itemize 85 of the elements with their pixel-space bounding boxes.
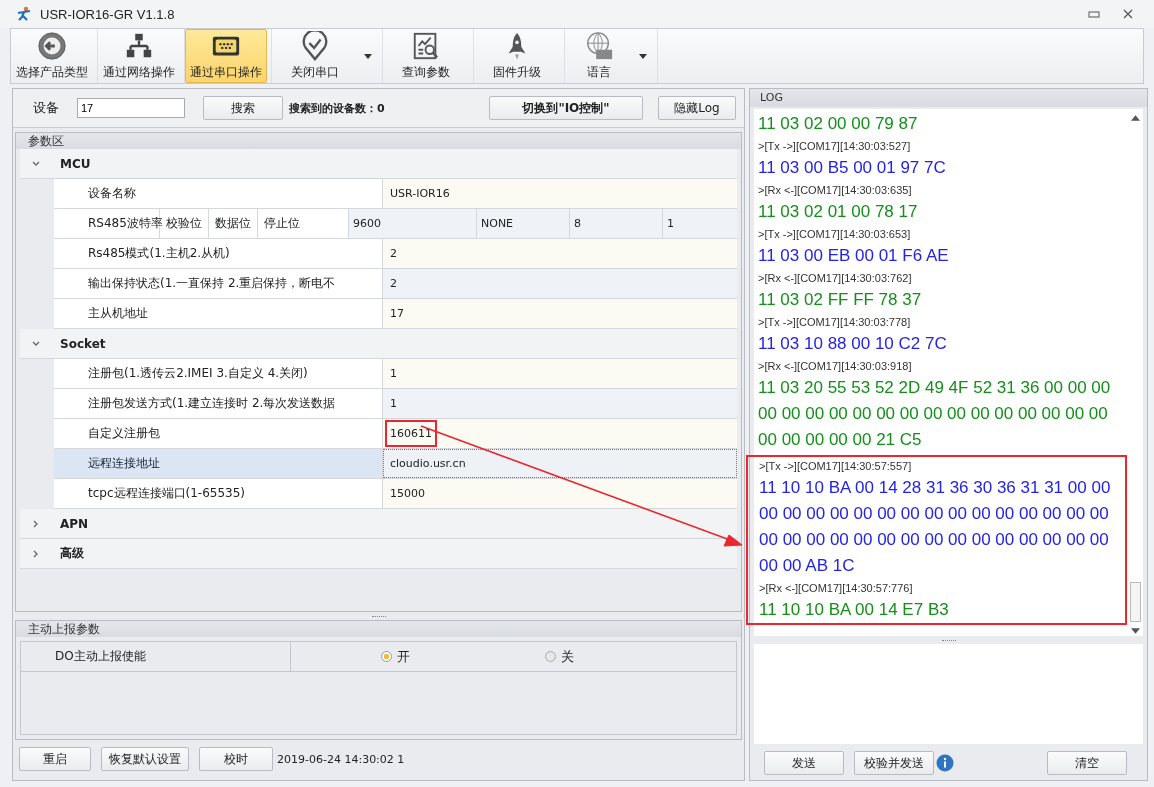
group-header[interactable]: Socket — [20, 329, 737, 359]
property-value[interactable]: 17 — [383, 299, 737, 328]
close-icon[interactable] — [1122, 8, 1134, 20]
app-logo-icon — [16, 6, 32, 22]
property-value[interactable]: cloudio.usr.cn — [383, 449, 737, 478]
clear-button[interactable]: 清空 — [1047, 751, 1127, 775]
property-value[interactable]: 15000 — [383, 479, 737, 508]
section-header: 参数区 — [16, 133, 741, 149]
property-value[interactable]: 9600 — [349, 209, 477, 238]
log-line: 11 03 10 88 00 10 C2 7C — [758, 333, 948, 355]
device-field[interactable]: 17 — [77, 98, 185, 118]
property-value[interactable]: 160611 — [383, 419, 737, 448]
timestamp-label: 2019-06-24 14:30:02 1 — [277, 752, 405, 766]
group-header[interactable]: 高级 — [20, 539, 737, 569]
property-value[interactable]: 2 — [383, 239, 737, 268]
scroll-up-icon[interactable] — [1130, 115, 1140, 121]
log-line: 11 03 02 00 00 79 87 — [758, 113, 919, 135]
section-header: 主动上报参数 — [16, 621, 741, 637]
log-line: 11 03 02 FF FF 78 37 — [758, 289, 923, 311]
log-line: 11 10 10 BA 00 14 28 31 36 30 36 31 31 00 00 — [759, 477, 1112, 499]
toolbar-button[interactable]: 通过串口操作 — [185, 29, 267, 83]
log-line: >[Tx ->][COM17][14:30:57:557] — [759, 459, 913, 474]
log-line: >[Rx <-][COM17][14:30:03:635] — [758, 183, 913, 198]
toolbar-button[interactable]: 语言 — [565, 29, 633, 83]
property-name: 数据位 — [209, 209, 258, 238]
group-header[interactable]: APN — [20, 509, 737, 539]
chevron-down-icon[interactable] — [32, 159, 40, 168]
log-line: >[Tx ->][COM17][14:30:03:527] — [758, 139, 912, 154]
checksum-send-button[interactable]: 校验并发送 — [854, 751, 934, 775]
send-button[interactable]: 发送 — [764, 751, 844, 775]
search-button[interactable]: 搜索 — [203, 96, 283, 120]
device-label: 设备 — [33, 99, 59, 117]
hide-log-button[interactable]: 隐藏Log — [658, 96, 736, 120]
log-line: 00 00 00 00 00 00 00 00 00 00 00 00 00 00 00 — [759, 503, 1110, 525]
log-line: >[Tx ->][COM17][14:30:03:778] — [758, 315, 912, 330]
globe-icon — [584, 31, 614, 61]
property-name: 停止位 — [263, 215, 301, 232]
log-line: 00 00 00 00 00 21 C5 — [758, 429, 923, 451]
radio-option[interactable]: 开 — [381, 647, 410, 666]
action-button[interactable]: 恢复默认设置 — [101, 747, 189, 771]
property-value[interactable]: NONE — [477, 209, 570, 238]
log-line: 00 00 00 00 00 00 00 00 00 00 00 00 00 00 00 — [759, 529, 1110, 551]
property-name: DO主动上报使能 — [21, 642, 291, 671]
toolbar-button[interactable]: 通过网络操作 — [98, 29, 180, 83]
property-value[interactable]: 1 — [383, 359, 737, 388]
toolbar-button[interactable]: 查询参数 — [383, 29, 469, 83]
property-value[interactable]: 2 — [383, 269, 737, 298]
log-line: >[Rx <-][COM17][14:30:03:918] — [758, 359, 913, 374]
chevron-down-icon[interactable] — [32, 339, 40, 348]
radio-option[interactable]: 关 — [545, 647, 574, 666]
minimize-icon[interactable] — [1088, 8, 1100, 20]
toolbar-button[interactable]: 固件升级 — [474, 29, 560, 83]
log-header: LOG — [750, 89, 1147, 107]
info-icon[interactable] — [936, 754, 954, 772]
action-button[interactable]: 重启 — [19, 747, 91, 771]
action-button[interactable]: 校时 — [199, 747, 273, 771]
property-name: 远程连接地址 — [54, 449, 383, 478]
scroll-down-icon[interactable] — [1130, 628, 1140, 634]
log-line: >[Rx <-][COM17][14:30:57:776] — [759, 581, 914, 596]
property-value[interactable]: 8 — [570, 209, 663, 238]
log-line: 00 00 00 00 00 00 00 00 00 00 00 00 00 00 00 — [758, 403, 1109, 425]
window-title: USR-IOR16-GR V1.1.8 — [40, 6, 175, 22]
log-line: 00 00 AB 1C — [759, 555, 856, 577]
chevron-right-icon[interactable] — [32, 519, 40, 528]
property-value[interactable]: 1 — [663, 209, 737, 238]
log-line: 11 03 00 EB 00 01 F6 AE — [758, 245, 950, 267]
log-line: 11 10 10 BA 00 14 E7 B3 — [759, 599, 950, 621]
location-check-icon — [300, 31, 330, 61]
dropdown-caret-icon[interactable] — [639, 53, 647, 59]
log-line: >[Tx ->][COM17][14:30:03:653] — [758, 227, 912, 242]
log-line: 11 03 02 01 00 78 17 — [758, 201, 919, 223]
scroll-thumb[interactable] — [1129, 582, 1141, 622]
log-line: 11 03 20 55 53 52 2D 49 4F 52 31 36 00 00 00 — [758, 377, 1112, 399]
dropdown-caret-icon[interactable] — [364, 53, 372, 59]
switch-mode-button[interactable]: 切换到"IO控制" — [489, 96, 643, 120]
toolbar-button[interactable]: 关闭串口 — [272, 29, 358, 83]
log-line: 11 03 00 B5 00 01 97 7C — [758, 157, 947, 179]
property-value[interactable]: 1 — [383, 389, 737, 418]
group-header[interactable]: MCU — [20, 149, 737, 179]
device-count-label: 搜索到的设备数：0 — [289, 100, 385, 116]
property-value[interactable]: USR-IOR16 — [383, 179, 737, 208]
log-line: >[Rx <-][COM17][14:30:03:762] — [758, 271, 913, 286]
toolbar-button[interactable]: 选择产品类型 — [11, 29, 93, 83]
document-search-icon — [411, 31, 441, 61]
chevron-right-icon[interactable] — [32, 549, 40, 558]
